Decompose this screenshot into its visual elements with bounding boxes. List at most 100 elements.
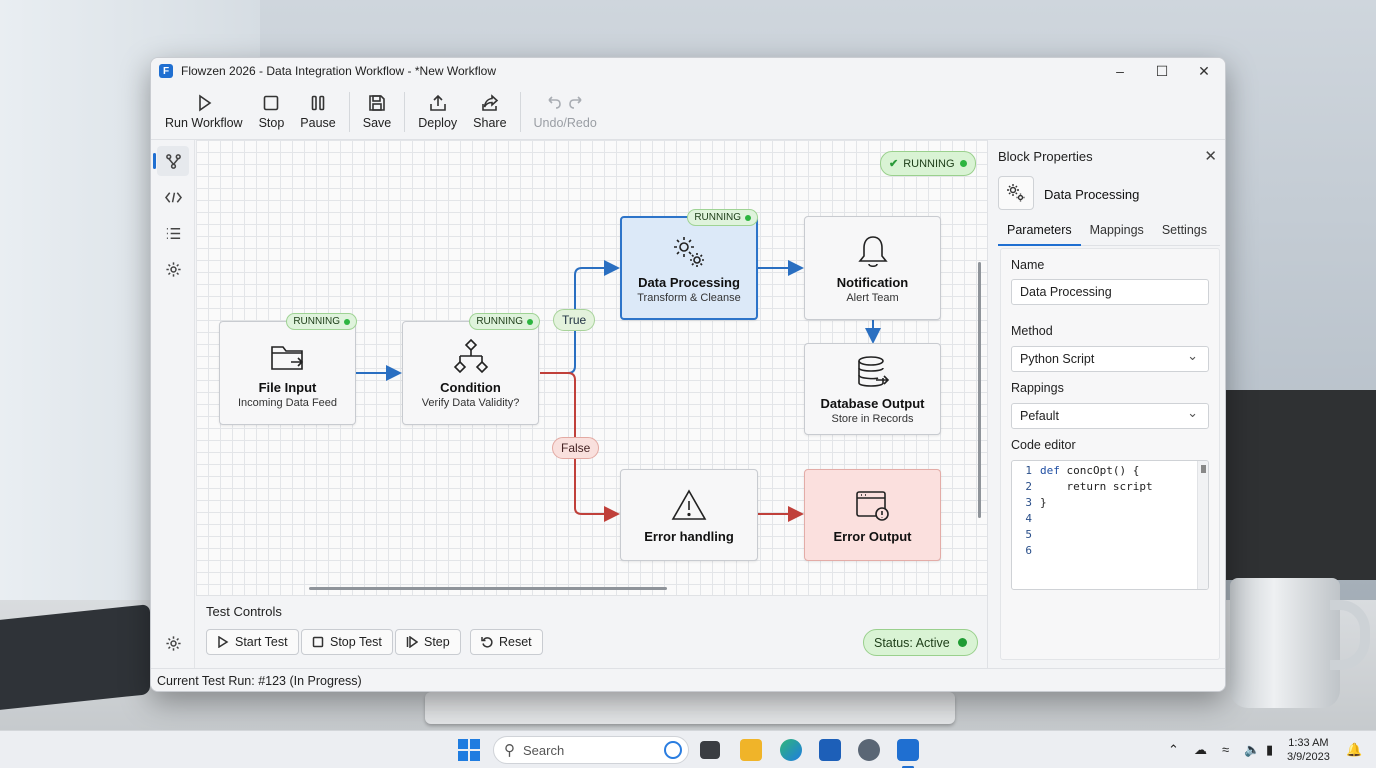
battery-icon[interactable]: ▮ <box>1266 742 1273 758</box>
status-bar: Current Test Run: #123 (In Progress) <box>151 668 1225 691</box>
rail-list[interactable] <box>157 218 189 248</box>
store-icon[interactable] <box>819 739 841 761</box>
node-error-handling[interactable]: Error handling <box>620 469 758 561</box>
canvas-vertical-scrollbar[interactable] <box>978 262 981 518</box>
wifi-icon[interactable]: ≈ <box>1222 742 1229 757</box>
file-explorer-icon[interactable] <box>740 739 762 761</box>
play-icon <box>198 94 212 112</box>
rail-settings[interactable] <box>157 254 189 284</box>
rappings-select[interactable]: Pefault <box>1011 403 1209 429</box>
code-line: 4 <box>1012 511 1208 527</box>
taskbar-clock[interactable]: 1:33 AM 3/9/2023 <box>1287 736 1330 764</box>
stop-button[interactable]: Stop <box>251 85 293 139</box>
rail-variables[interactable] <box>157 182 189 212</box>
node-subtitle: Incoming Data Feed <box>237 396 338 409</box>
start-tile <box>458 751 468 761</box>
node-title: Database Output <box>820 395 925 411</box>
node-notification[interactable]: Notification Alert Team <box>804 216 941 320</box>
start-test-button[interactable]: Start Test <box>206 629 299 655</box>
undo-redo-button[interactable]: Undo/Redo <box>526 85 605 139</box>
node-database-output[interactable]: Database Output Store in Records <box>804 343 941 435</box>
toolbar-separator <box>348 91 350 132</box>
stop-icon <box>264 95 279 111</box>
notification-bell-icon[interactable]: 🔔 <box>1346 742 1362 758</box>
task-view-icon[interactable] <box>700 741 720 759</box>
status-dot <box>959 160 967 167</box>
step-button[interactable]: Step <box>395 629 461 655</box>
node-title: Data Processing <box>638 274 740 290</box>
taskbar-search[interactable]: ⚲ Search <box>493 736 689 764</box>
search-placeholder: Search <box>523 742 565 758</box>
chevron-up-icon[interactable]: ⌃ <box>1168 742 1179 758</box>
line-number: 6 <box>1025 544 1032 557</box>
flowzen-app-icon[interactable] <box>897 739 919 761</box>
volume-icon[interactable]: 🔈 <box>1244 742 1260 758</box>
background-monitor <box>1226 390 1376 580</box>
share-label: Share <box>473 116 507 130</box>
bell-icon <box>857 235 888 267</box>
list-icon <box>166 227 180 239</box>
rail-app-settings[interactable] <box>157 628 189 658</box>
warning-icon <box>671 488 707 520</box>
test-status-text: Status: Active <box>874 635 950 650</box>
rail-workflow[interactable] <box>153 146 189 176</box>
save-icon <box>369 95 385 111</box>
bing-icon <box>664 741 682 759</box>
code-line: 1 def concOpt() { <box>1012 463 1208 479</box>
left-rail <box>151 140 195 668</box>
line-number: 5 <box>1025 528 1032 541</box>
cloud-icon[interactable]: ☁ <box>1194 742 1207 758</box>
badge-text: RUNNING <box>476 316 523 327</box>
node-condition[interactable]: RUNNING Condition Verify Data Validity? <box>402 313 540 425</box>
background-mug <box>1230 578 1340 708</box>
clock-date: 3/9/2023 <box>1287 751 1330 763</box>
upload-icon <box>429 94 446 111</box>
minimize-button[interactable]: – <box>1099 58 1141 84</box>
windows-start-icon[interactable] <box>458 739 480 761</box>
close-button[interactable]: ✕ <box>1183 58 1225 84</box>
undo-redo-icon <box>548 96 582 109</box>
status-dot <box>527 318 533 325</box>
block-icon <box>998 176 1034 210</box>
share-button[interactable]: Share <box>465 85 514 139</box>
node-file-input[interactable]: RUNNING File Input Incoming Data Feed <box>219 313 357 425</box>
node-error-output[interactable]: Error Output <box>804 469 941 561</box>
code-line: 2 return script <box>1012 479 1208 495</box>
edge-browser-icon[interactable] <box>780 739 802 761</box>
clock-time: 1:33 AM <box>1288 737 1329 749</box>
code-editor-label: Code editor <box>1011 438 1076 452</box>
tab-settings[interactable]: Settings <box>1153 220 1216 246</box>
toolbar: Run Workflow Stop Pause Save Deploy Shar… <box>151 84 1225 140</box>
run-workflow-button[interactable]: Run Workflow <box>157 85 251 139</box>
pause-button[interactable]: Pause <box>292 85 343 139</box>
error-log-icon <box>855 490 889 521</box>
step-icon <box>406 636 418 648</box>
deploy-button[interactable]: Deploy <box>410 85 465 139</box>
node-title: Error Output <box>833 528 912 544</box>
maximize-button[interactable]: ☐ <box>1141 58 1183 84</box>
workflow-canvas[interactable]: ✔ RUNNING RUNNING File Input Incoming Da… <box>196 140 987 595</box>
code-scrollbar[interactable] <box>1197 461 1208 589</box>
tab-mappings[interactable]: Mappings <box>1081 220 1153 246</box>
close-icon[interactable]: ✕ <box>1204 147 1217 165</box>
name-field[interactable]: Data Processing <box>1011 279 1209 305</box>
stop-test-button[interactable]: Stop Test <box>301 629 393 655</box>
reset-button[interactable]: Reset <box>470 629 543 655</box>
canvas-horizontal-scrollbar[interactable] <box>309 587 667 590</box>
method-select[interactable]: Python Script <box>1011 346 1209 372</box>
method-label: Method <box>1011 324 1053 338</box>
node-data-processing[interactable]: RUNNING Data Processing Transform & Clea… <box>620 209 758 320</box>
settings-gear-icon[interactable] <box>858 739 880 761</box>
badge-text: RUNNING <box>293 316 340 327</box>
tab-parameters[interactable]: Parameters <box>998 220 1081 246</box>
code-icon <box>164 191 182 203</box>
code-editor[interactable]: 1 def concOpt() { 2 return script 3} 4 5 … <box>1011 460 1209 590</box>
node-title: File Input <box>258 379 317 395</box>
title-bar: F Flowzen 2026 - Data Integration Workfl… <box>151 58 1225 84</box>
start-test-label: Start Test <box>235 635 288 649</box>
gears-icon <box>674 236 704 267</box>
code-line: 5 <box>1012 527 1208 543</box>
test-status-pill: Status: Active <box>863 629 978 656</box>
start-tile <box>470 739 480 749</box>
save-button[interactable]: Save <box>355 85 400 139</box>
